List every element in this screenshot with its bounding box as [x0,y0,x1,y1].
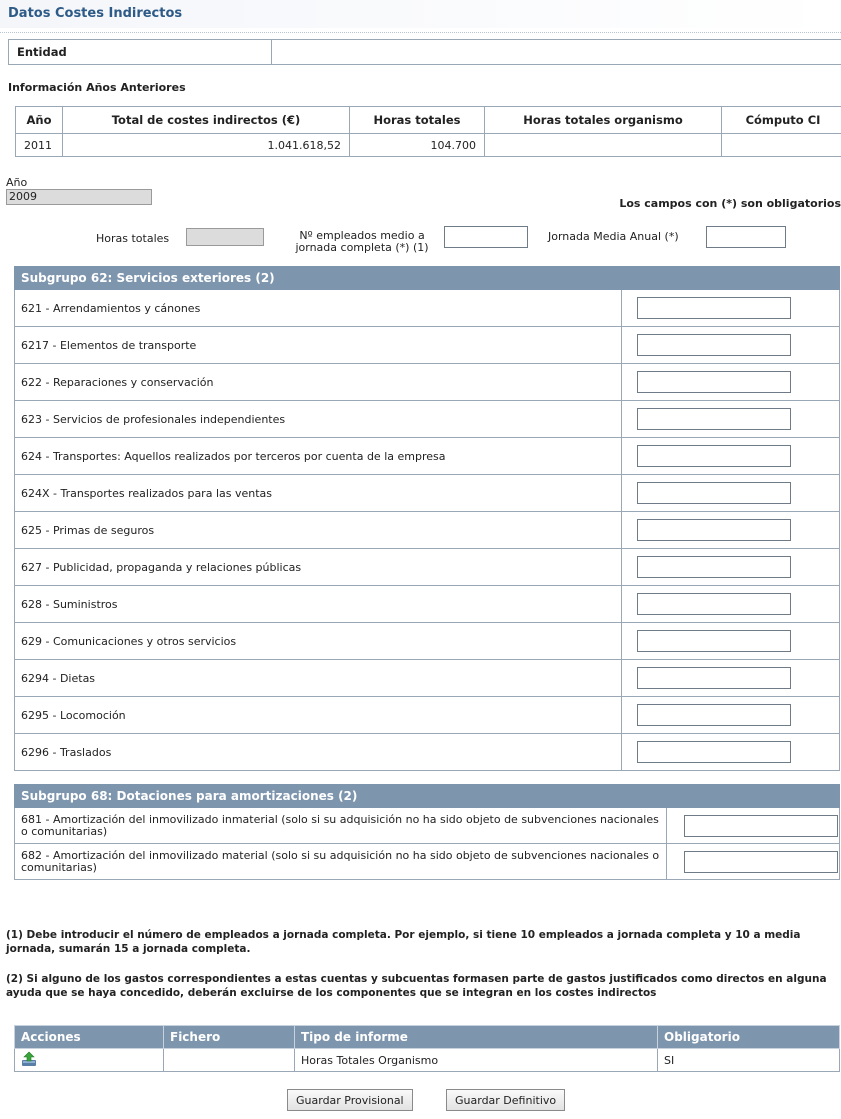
reports-table: Acciones Fichero Tipo de informe Obligat… [14,1025,840,1072]
row-label: 628 - Suministros [14,585,622,623]
account-627-input[interactable] [637,556,791,578]
account-682-input[interactable] [684,850,838,873]
table-row: 623 - Servicios de profesionales indepen… [14,400,840,438]
table-row: 6217 - Elementos de transporte [14,326,840,364]
account-629-input[interactable] [637,630,791,652]
table-row: 622 - Reparaciones y conservación [14,363,840,401]
save-provisional-button[interactable]: Guardar Provisional [287,1089,413,1111]
row-label: 6217 - Elementos de transporte [14,326,622,364]
subgroup-68-header: Subgrupo 68: Dotaciones para amortizacio… [14,784,840,808]
account-6295-input[interactable] [637,704,791,726]
year-label: Año [6,176,28,189]
entidad-label: Entidad [8,39,272,65]
year-field: 2009 [6,189,152,205]
account-621-input[interactable] [637,297,791,319]
table-row: 624 - Transportes: Aquellos realizados p… [14,437,840,475]
table-row: 681 - Amortización del inmovilizado inma… [14,807,840,844]
subgroup-62-header: Subgrupo 62: Servicios exteriores (2) [14,266,840,290]
row-label: 6295 - Locomoción [14,696,622,734]
table-row: 621 - Arrendamientos y cánones [14,289,840,327]
subgroup-68-table: Subgrupo 68: Dotaciones para amortizacio… [14,784,840,880]
subgroup-62-table: Subgrupo 62: Servicios exteriores (2) 62… [14,266,840,771]
row-label: 623 - Servicios de profesionales indepen… [14,400,622,438]
row-label: 682 - Amortización del inmovilizado mate… [14,843,667,880]
required-fields-note: Los campos con (*) son obligatorios [619,197,841,210]
row-label: 624X - Transportes realizados para las v… [14,474,622,512]
col-header-report-type: Tipo de informe [294,1025,658,1049]
title-divider [0,32,841,33]
cell-total-costs: 1.041.618,52 [62,133,350,157]
cell-report-type: Horas Totales Organismo [294,1048,658,1072]
col-header-org-hours: Horas totales organismo [484,106,722,134]
previous-years-table: Año Total de costes indirectos (€) Horas… [15,106,841,157]
cell-ci [721,133,841,157]
row-label: 6296 - Traslados [14,733,622,771]
col-header-ci: Cómputo CI [721,106,841,134]
col-header-file: Fichero [163,1025,295,1049]
row-label: 6294 - Dietas [14,659,622,697]
total-hours-field [186,228,264,246]
account-628-input[interactable] [637,593,791,615]
col-header-total-hours: Horas totales [349,106,485,134]
row-label: 681 - Amortización del inmovilizado inma… [14,807,667,844]
row-label: 624 - Transportes: Aquellos realizados p… [14,437,622,475]
row-label: 627 - Publicidad, propaganda y relacione… [14,548,622,586]
table-row: 624X - Transportes realizados para las v… [14,474,840,512]
account-624-input[interactable] [637,445,791,467]
account-622-input[interactable] [637,371,791,393]
table-row: 628 - Suministros [14,585,840,623]
table-row: 625 - Primas de seguros [14,511,840,549]
employees-label-line2: jornada completa (*) (1) [295,241,429,254]
previous-years-title: Información Años Anteriores [8,81,186,94]
account-681-input[interactable] [684,814,838,837]
col-header-total-costs: Total de costes indirectos (€) [62,106,350,134]
annual-workday-input[interactable] [706,226,786,248]
total-hours-label: Horas totales [96,232,170,245]
save-definitive-button[interactable]: Guardar Definitivo [446,1089,566,1111]
page-header: Datos Costes Indirectos [0,0,841,28]
footnote-2: (2) Si alguno de los gastos correspondie… [6,973,827,999]
employees-label: Nº empleados medio a jornada completa (*… [286,230,438,254]
employees-input[interactable] [444,226,528,248]
account-625-input[interactable] [637,519,791,541]
row-label: 625 - Primas de seguros [14,511,622,549]
upload-icon[interactable] [21,1051,37,1070]
footnote-1: (1) Debe introducir el número de emplead… [6,929,801,955]
table-row: Horas Totales Organismo SI [14,1048,840,1072]
account-623-input[interactable] [637,408,791,430]
row-label: 621 - Arrendamientos y cánones [14,289,622,327]
annual-workday-label: Jornada Media Anual (*) [548,230,679,243]
table-row: 2011 1.041.618,52 104.700 [15,133,841,157]
table-row: 6295 - Locomoción [14,696,840,734]
table-row: 6296 - Traslados [14,733,840,771]
table-row: 682 - Amortización del inmovilizado mate… [14,843,840,880]
page-title: Datos Costes Indirectos [8,6,183,21]
cell-file [163,1048,295,1072]
row-label: 629 - Comunicaciones y otros servicios [14,622,622,660]
table-row: 6294 - Dietas [14,659,840,697]
col-header-year: Año [15,106,63,134]
cell-org-hours [484,133,722,157]
col-header-required: Obligatorio [657,1025,840,1049]
cell-required: SI [657,1048,840,1072]
row-label: 622 - Reparaciones y conservación [14,363,622,401]
entidad-value [271,39,841,65]
account-624x-input[interactable] [637,482,791,504]
table-row: 627 - Publicidad, propaganda y relacione… [14,548,840,586]
account-6294-input[interactable] [637,667,791,689]
cell-total-hours: 104.700 [349,133,485,157]
table-row: 629 - Comunicaciones y otros servicios [14,622,840,660]
account-6217-input[interactable] [637,334,791,356]
col-header-actions: Acciones [14,1025,164,1049]
entidad-table: Entidad [8,39,841,65]
account-6296-input[interactable] [637,741,791,763]
cell-year: 2011 [15,133,63,157]
